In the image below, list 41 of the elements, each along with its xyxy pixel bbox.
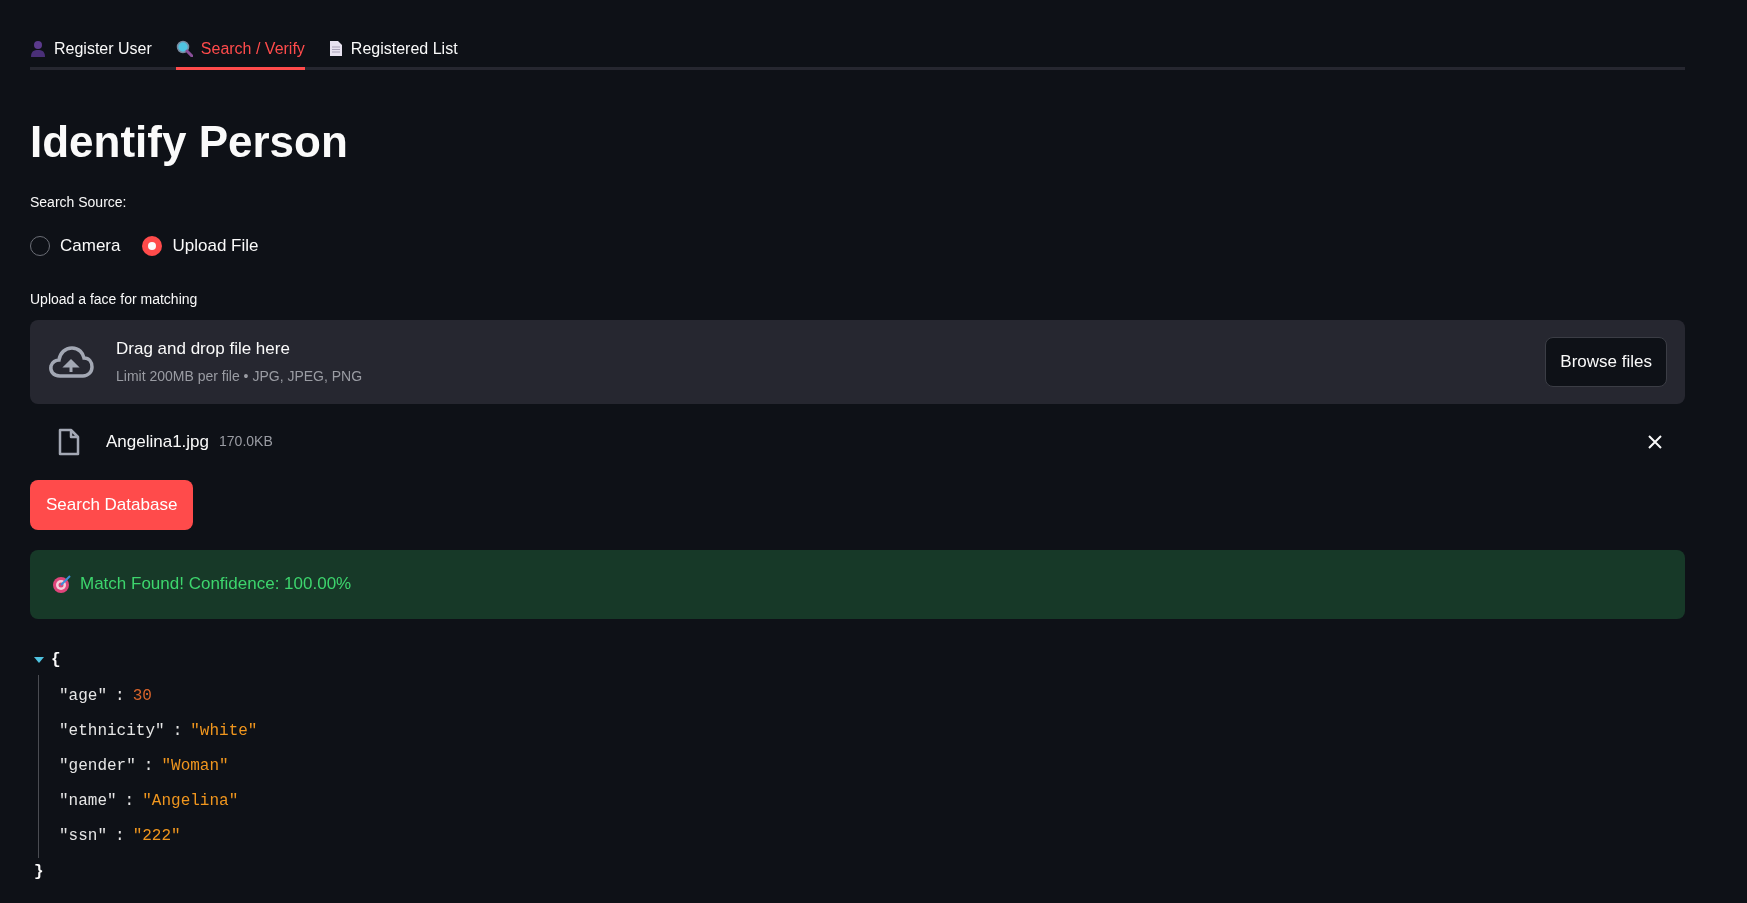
cloud-upload-icon [48, 344, 94, 379]
limit-note: Limit 200MB per file • JPG, JPEG, PNG [116, 366, 363, 386]
file-icon [58, 427, 80, 456]
alert-message: Match Found! Confidence: 100.00% [80, 573, 352, 596]
tab[interactable]: Registered List [328, 30, 458, 70]
json-value: "white" [190, 721, 258, 742]
radio-option[interactable]: Upload File [142, 233, 259, 259]
file-name: Angelina1.jpg [106, 430, 210, 453]
json-value: "222" [132, 826, 181, 847]
close-icon[interactable] [1647, 433, 1663, 450]
json-key: "ssn" [59, 824, 107, 848]
document-icon [328, 40, 343, 57]
radio-option[interactable]: Camera [30, 233, 121, 259]
target-icon [52, 574, 72, 594]
page-title: Identify Person [30, 116, 349, 168]
json-key: "name" [59, 789, 117, 813]
drop-instruction: Drag and drop file here [116, 338, 291, 361]
tab[interactable]: Search / Verify [175, 30, 305, 70]
file-size: 170.0KB [219, 432, 273, 451]
json-colon: : [143, 756, 154, 777]
browse-files-button[interactable]: Browse files [1545, 336, 1667, 387]
person-icon [30, 40, 46, 57]
json-value: 30 [132, 686, 152, 707]
field-label: Search Source: [30, 193, 128, 212]
tab[interactable]: Register User [30, 30, 152, 70]
json-value: "Angelina" [142, 791, 239, 812]
field-label: Upload a face for matching [30, 289, 199, 309]
radio-button[interactable] [142, 235, 163, 256]
json-colon: : [115, 686, 125, 707]
json-colon: : [115, 826, 125, 847]
json-colon: : [124, 791, 135, 812]
json-key: "gender" [59, 754, 136, 778]
drop-zone[interactable]: Drag and drop file here Limit 200MB per file • JPG, JPEG, PNG Browse files [30, 319, 1685, 404]
json-brace: } [34, 861, 44, 883]
json-brace: { [51, 649, 61, 671]
json-value: "Woman" [161, 756, 229, 777]
json-key: "age" [59, 684, 107, 708]
magnifier-icon [175, 40, 193, 57]
json-colon: : [172, 721, 183, 742]
json-key: "ethnicity" [59, 719, 165, 743]
collapse-triangle-icon[interactable] [33, 654, 45, 665]
